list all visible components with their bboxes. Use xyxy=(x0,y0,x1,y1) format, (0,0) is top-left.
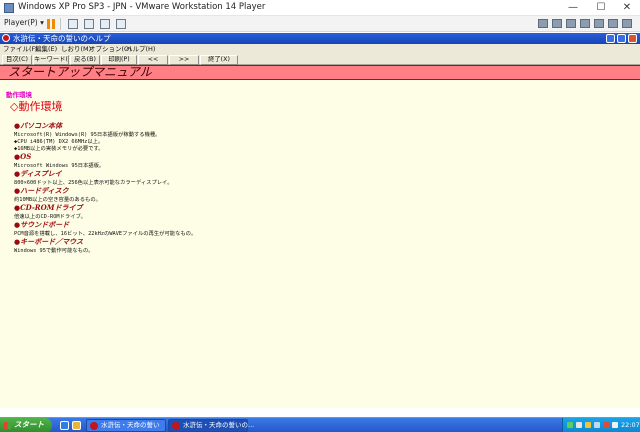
explorer-quicklaunch-icon[interactable] xyxy=(72,421,81,430)
taskbar: スタート 水滸伝・天命の誓い 水滸伝・天命の誓いの... 22:07 xyxy=(0,417,640,432)
help-app-icon xyxy=(2,34,10,42)
host-maximize-button[interactable]: ☐ xyxy=(588,0,614,15)
menu-bookmark[interactable]: しおり(M) xyxy=(61,44,91,55)
device-network-icon[interactable] xyxy=(566,19,576,28)
keyword-button[interactable]: キーワード(I) xyxy=(33,55,69,65)
section-line: PCM音源を搭載し、16ビット、22kHzのWAVEファイルの再生が可能なもの。 xyxy=(14,231,197,237)
help-app-icon xyxy=(172,422,180,430)
section-line: 約10MB以上の空き容量のあるもの。 xyxy=(14,197,101,203)
section-line: 800×600ドット以上、256色以上表示可能なカラーディスプレイ。 xyxy=(14,180,173,186)
section-line: 倍速以上のCD-ROMドライブ。 xyxy=(14,214,86,220)
host-close-button[interactable]: ✕ xyxy=(614,0,640,15)
network-icon[interactable] xyxy=(576,422,582,428)
host-window-title: Windows XP Pro SP3 - JPN - VMware Workst… xyxy=(18,2,266,12)
warning-icon[interactable] xyxy=(603,422,609,428)
taskbar-item-help[interactable]: 水滸伝・天命の誓いの... xyxy=(168,419,254,432)
exit-button[interactable]: 終了(X) xyxy=(200,55,238,65)
security-icon[interactable] xyxy=(585,422,591,428)
ime-icon[interactable] xyxy=(567,422,573,428)
taskbar-item-label: 水滸伝・天命の誓い xyxy=(101,421,160,429)
contents-button[interactable]: 目次(C) xyxy=(2,55,32,65)
menu-edit[interactable]: 編集(E) xyxy=(35,44,57,55)
menu-bar: ファイル(F) 編集(E) しおり(M) オプション(O) ヘルプ(H) xyxy=(0,44,640,55)
taskbar-item-label: 水滸伝・天命の誓いの... xyxy=(183,421,255,429)
device-sound-icon[interactable] xyxy=(594,19,604,28)
taskbar-item-game[interactable]: 水滸伝・天命の誓い xyxy=(86,419,166,432)
page-heading: ◇動作環境 xyxy=(10,100,63,113)
app-minimize-button[interactable] xyxy=(606,34,615,43)
start-label: スタート xyxy=(14,420,44,429)
clock[interactable]: 22:07 xyxy=(621,418,640,432)
device-usb-icon[interactable] xyxy=(580,19,590,28)
host-toolbar: Player(P) ▾ xyxy=(0,16,640,32)
banner-title: スタートアップマニュアル xyxy=(8,65,152,79)
unity-icon[interactable] xyxy=(84,19,94,29)
fullscreen-icon[interactable] xyxy=(100,19,110,29)
safely-remove-icon[interactable] xyxy=(612,422,618,428)
vmware-app-icon xyxy=(4,3,14,13)
print-button[interactable]: 印刷(P) xyxy=(101,55,137,65)
windows-flag-icon xyxy=(4,422,11,429)
host-minimize-button[interactable]: — xyxy=(560,0,586,15)
player-menu-button[interactable]: Player(P) ▾ xyxy=(4,18,44,27)
snapshot-icon[interactable] xyxy=(116,19,126,29)
menu-file[interactable]: ファイル(F) xyxy=(3,44,38,55)
pause-icon[interactable] xyxy=(46,19,56,29)
send-ctrl-alt-del-icon[interactable] xyxy=(68,19,78,29)
app-title-bar: 水滸伝・天命の誓いのヘルプ xyxy=(0,33,640,44)
device-hdd-icon[interactable] xyxy=(538,19,548,28)
device-display-icon[interactable] xyxy=(622,19,632,28)
previous-topic-button[interactable]: << xyxy=(138,55,168,65)
volume-icon[interactable] xyxy=(594,422,600,428)
help-content[interactable]: 動作環境 ◇動作環境 ●パソコン本体 Microsoft(R) Windows(… xyxy=(0,80,640,408)
next-topic-button[interactable]: >> xyxy=(169,55,199,65)
section-line: Windows 95で動作可能なもの。 xyxy=(14,248,94,254)
section-title-os: ●OS xyxy=(14,152,32,161)
nav-button-bar: 目次(C) キーワード(I) 戻る(B) 印刷(P) << >> 終了(X) xyxy=(0,55,640,65)
system-tray: 22:07 xyxy=(562,418,640,432)
toolbar-divider xyxy=(60,18,61,30)
host-title-bar: Windows XP Pro SP3 - JPN - VMware Workst… xyxy=(0,0,640,16)
section-line: Microsoft Windows 95日本語版。 xyxy=(14,163,105,169)
device-printer-icon[interactable] xyxy=(608,19,618,28)
app-window-title: 水滸伝・天命の誓いのヘルプ xyxy=(13,34,111,43)
start-button[interactable]: スタート xyxy=(0,418,52,432)
back-button[interactable]: 戻る(B) xyxy=(70,55,100,65)
section-line: ◆16MB以上の実装メモリが必要です。 xyxy=(14,146,104,152)
app-close-button[interactable] xyxy=(628,34,637,43)
app-maximize-button[interactable] xyxy=(617,34,626,43)
ie-quicklaunch-icon[interactable] xyxy=(60,421,69,430)
game-app-icon xyxy=(90,422,98,430)
topic-banner: スタートアップマニュアル xyxy=(0,65,640,80)
device-cdrom-icon[interactable] xyxy=(552,19,562,28)
menu-help[interactable]: ヘルプ(H) xyxy=(126,44,155,55)
